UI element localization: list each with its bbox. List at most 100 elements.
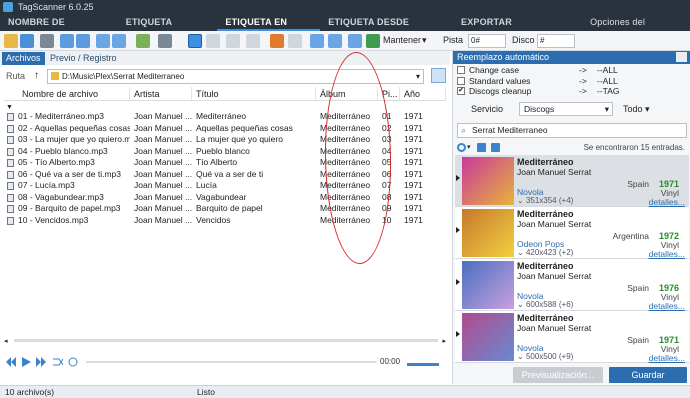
repeat-icon[interactable] [68, 357, 78, 367]
cell-text: Mediterráneo [196, 111, 247, 121]
keep-dropdown-arrow[interactable]: ▾ [422, 35, 427, 46]
service-label: Servicio [471, 104, 504, 114]
replacement-checkbox[interactable] [457, 76, 465, 85]
export-icon[interactable] [348, 34, 362, 48]
expand-arrow-icon[interactable] [456, 227, 460, 233]
scroll-left-icon[interactable]: ◂ [4, 337, 8, 345]
next-icon[interactable] [328, 34, 342, 48]
copy-icon[interactable] [288, 34, 302, 48]
menu-etiqueta-desde-campos[interactable]: ETIQUETA DESDE CAMPOS [320, 14, 453, 44]
move-up-icon[interactable] [60, 34, 74, 48]
menu-exportar-informacion[interactable]: EXPORTAR INFORMACIÓN [453, 14, 582, 44]
path-bar: Ruta ↑ D:\Music\Plex\Serrat Mediterraneo… [0, 67, 450, 85]
search-input[interactable]: ⌕ Serrat Mediterraneo [457, 123, 687, 138]
save-button[interactable]: Guardar [609, 367, 687, 383]
scroll-right-icon[interactable]: ▸ [442, 337, 446, 345]
image-icon[interactable] [206, 34, 220, 48]
result-item[interactable]: Mediterráneo Joan Manuel Serrat Novola Spai… [455, 259, 689, 311]
result-details[interactable]: detalles... [649, 301, 685, 311]
cell-title: Barquito de papel [192, 203, 316, 215]
result-item[interactable]: Mediterráneo Joan Manuel Serrat Odeon Pops… [455, 207, 689, 259]
replacement-checkbox[interactable]: ✔ [457, 87, 465, 95]
menu-etiqueta-en-linea[interactable]: ETIQUETA EN LÍNEA [217, 14, 321, 44]
window-title: TagScanner 6.0.25 [18, 2, 94, 12]
path-dropdown-icon[interactable]: ▾ [416, 70, 420, 83]
download-icon[interactable] [112, 34, 126, 48]
expand-icon[interactable] [491, 143, 500, 152]
album-cover-image[interactable] [462, 313, 514, 361]
replacement-item[interactable]: ✔ Discogs cleanup -> --TAG [456, 86, 686, 97]
horizontal-scrollbar[interactable]: ◂ ▸ [4, 337, 446, 345]
expand-arrow-icon[interactable] [456, 331, 460, 337]
settings-icon[interactable] [457, 143, 466, 152]
cell-title: Mediterráneo [192, 111, 316, 123]
expand-arrow-icon[interactable] [456, 175, 460, 181]
fast-forward-icon[interactable] [36, 357, 46, 367]
edit-icon[interactable] [246, 34, 260, 48]
scope-dropdown-icon: ▾ [645, 104, 650, 114]
move-down-icon[interactable] [76, 34, 90, 48]
select-icon[interactable] [136, 34, 150, 48]
tab-previo-registro[interactable]: Previo / Registro [46, 52, 121, 65]
preview-button[interactable]: Previsualización... [513, 367, 603, 383]
open-folder-icon[interactable] [4, 34, 18, 48]
result-details[interactable]: detalles... [649, 197, 685, 207]
progress-track[interactable] [86, 361, 376, 363]
col-artist[interactable]: Artista [130, 87, 192, 100]
result-item[interactable]: Mediterráneo Joan Manuel Serrat Novola Spai… [455, 155, 689, 207]
album-cover-image[interactable] [462, 209, 514, 257]
prev-icon[interactable] [310, 34, 324, 48]
add-folder-icon[interactable] [20, 34, 34, 48]
audio-file-icon [7, 216, 14, 225]
col-file[interactable]: Nombre de archivo [4, 87, 130, 100]
album-cover-image[interactable] [462, 261, 514, 309]
refresh-icon[interactable] [40, 34, 54, 48]
keep-icon[interactable] [366, 34, 380, 48]
browse-icon[interactable] [431, 68, 446, 83]
col-title[interactable]: Título [192, 87, 316, 100]
replacement-name: Standard values [469, 75, 531, 86]
replacement-item[interactable]: Change case -> --ALL [456, 65, 686, 76]
menu-opciones-del-programa[interactable]: Opciones del programa [582, 14, 690, 44]
tag-icon[interactable] [226, 34, 240, 48]
play-file-icon[interactable] [270, 34, 284, 48]
search-value: Serrat Mediterraneo [472, 125, 548, 135]
search-tool-icon[interactable] [188, 34, 202, 48]
service-select[interactable]: Discogs ▾ [519, 102, 613, 116]
volume-slider[interactable] [407, 363, 439, 366]
menu-etiqueta-manual[interactable]: ETIQUETA MANUAL [118, 14, 218, 44]
up-folder-icon[interactable]: ↑ [34, 70, 39, 81]
list-view-icon[interactable] [158, 34, 172, 48]
result-artist: Joan Manuel Serrat [517, 167, 592, 177]
expand-arrow-icon[interactable] [456, 279, 460, 285]
col-year[interactable]: Año [400, 87, 446, 100]
collapse-icon[interactable] [477, 143, 486, 152]
cell-artist: Joan Manuel ... [130, 157, 192, 169]
album-cover-image[interactable] [462, 157, 514, 205]
disc-field[interactable]: # [537, 34, 575, 48]
replacement-checkbox[interactable] [457, 66, 465, 74]
upload-icon[interactable] [96, 34, 110, 48]
replacement-item[interactable]: Standard values -> --ALL [456, 76, 686, 87]
result-cover-size[interactable]: ⌄ 420x423 (+2) [517, 248, 573, 257]
cell-text: 06 - Qué va a ser de ti.mp3 [18, 168, 121, 179]
menu-nombre-de-archivos[interactable]: NOMBRE DE ARCHIVOS [0, 14, 118, 44]
audio-file-icon [7, 170, 14, 179]
result-cover-size[interactable]: ⌄ 500x500 (+9) [517, 352, 573, 361]
scroll-thumb[interactable] [14, 339, 438, 342]
rewind-icon[interactable] [6, 357, 16, 367]
result-details[interactable]: detalles... [649, 249, 685, 259]
shuffle-icon[interactable] [53, 357, 64, 367]
result-item[interactable]: Mediterráneo Joan Manuel Serrat Novola Spai… [455, 311, 689, 363]
track-field[interactable]: 0# [468, 34, 506, 48]
audio-file-icon [7, 124, 14, 133]
play-icon[interactable] [21, 357, 31, 367]
settings-dropdown-icon[interactable]: ▾ [467, 141, 471, 154]
tab-archivos[interactable]: Archivos [2, 52, 45, 65]
result-cover-size[interactable]: ⌄ 600x588 (+6) [517, 300, 573, 309]
keep-dropdown[interactable]: Mantener [383, 35, 421, 45]
result-cover-size[interactable]: ⌄ 351x354 (+4) [517, 196, 573, 205]
panel-menu-icon[interactable] [676, 52, 687, 62]
scope-select[interactable]: Todo ▾ [623, 104, 650, 115]
result-details[interactable]: detalles... [649, 353, 685, 363]
